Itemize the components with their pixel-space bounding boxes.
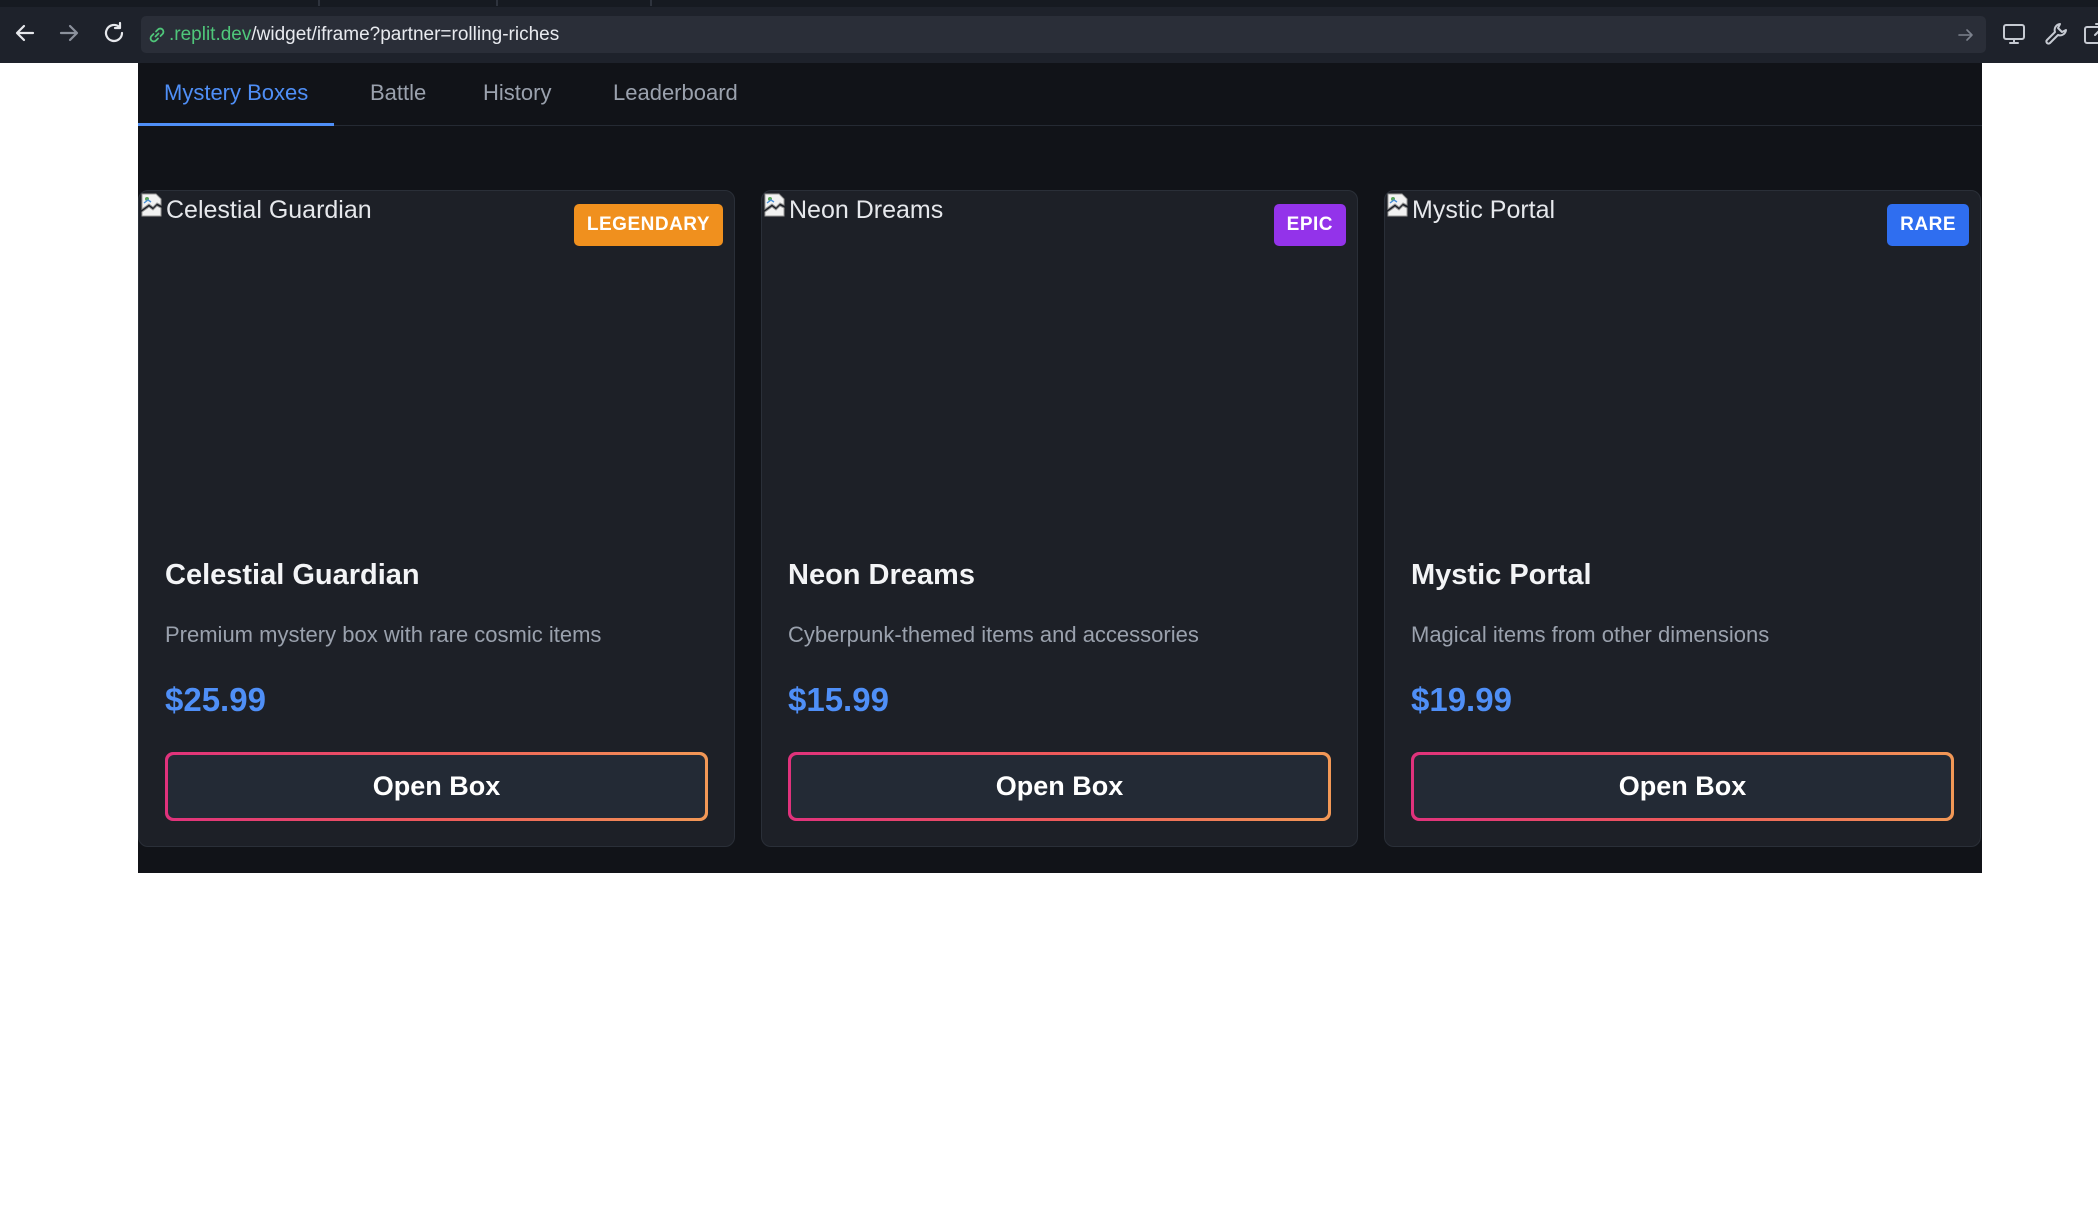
open-box-button[interactable]: Open Box	[1411, 752, 1954, 821]
broken-image-icon	[764, 193, 785, 217]
box-image: Neon Dreams EPIC	[762, 191, 1357, 531]
address-bar[interactable]: .replit.dev/widget/iframe?partner=rollin…	[141, 16, 1986, 53]
mystery-box-grid: Celestial Guardian LEGENDARY Celestial G…	[138, 190, 1982, 847]
broken-image-icon	[141, 193, 162, 217]
monitor-icon[interactable]	[2000, 20, 2028, 48]
arrow-left-icon	[15, 24, 35, 42]
box-image: Mystic Portal RARE	[1385, 191, 1980, 531]
reload-icon	[104, 21, 124, 42]
go-arrow-icon[interactable]	[1956, 25, 1976, 45]
rarity-badge: RARE	[1887, 204, 1969, 246]
forward-button[interactable]	[52, 16, 86, 50]
broken-image-icon	[1387, 193, 1408, 217]
box-name: Mystic Portal	[1411, 559, 1592, 591]
tab-strip-divider	[318, 0, 320, 6]
widget-app: Mystery Boxes Battle History Leaderboard…	[138, 63, 1982, 873]
open-box-label: Open Box	[791, 755, 1328, 818]
tab-battle[interactable]: Battle	[344, 63, 452, 126]
box-price: $15.99	[788, 681, 889, 718]
open-box-button[interactable]: Open Box	[165, 752, 708, 821]
box-name: Celestial Guardian	[165, 559, 420, 591]
tab-leaderboard[interactable]: Leaderboard	[587, 63, 764, 126]
tab-bar: Mystery Boxes Battle History Leaderboard	[138, 63, 1982, 126]
tab-history[interactable]: History	[457, 63, 577, 126]
open-box-label: Open Box	[1414, 755, 1951, 818]
reload-button[interactable]	[97, 16, 131, 50]
image-alt-text: Neon Dreams	[789, 196, 944, 224]
back-button[interactable]	[8, 16, 42, 50]
mystery-box-card: Celestial Guardian LEGENDARY Celestial G…	[138, 190, 735, 847]
mystery-box-card: Mystic Portal RARE Mystic Portal Magical…	[1384, 190, 1981, 847]
browser-toolbar: .replit.dev/widget/iframe?partner=rollin…	[0, 0, 2098, 63]
box-description: Premium mystery box with rare cosmic ite…	[165, 622, 602, 647]
arrow-right-icon	[59, 24, 79, 42]
open-box-label: Open Box	[168, 755, 705, 818]
box-price: $19.99	[1411, 681, 1512, 718]
tab-strip-edge	[0, 0, 2098, 7]
link-icon	[149, 27, 165, 43]
mystery-box-card: Neon Dreams EPIC Neon Dreams Cyberpunk-t…	[761, 190, 1358, 847]
tab-mystery-boxes[interactable]: Mystery Boxes	[138, 63, 335, 126]
tab-strip-divider	[496, 0, 498, 6]
image-alt-text: Celestial Guardian	[166, 196, 372, 224]
url-text: .replit.dev/widget/iframe?partner=rollin…	[169, 16, 559, 53]
url-path: /widget/iframe?partner=rolling-riches	[251, 24, 560, 45]
box-price: $25.99	[165, 681, 266, 718]
image-alt-text: Mystic Portal	[1412, 196, 1556, 224]
box-description: Cyberpunk-themed items and accessories	[788, 622, 1199, 647]
open-box-button[interactable]: Open Box	[788, 752, 1331, 821]
rarity-badge: LEGENDARY	[573, 204, 723, 246]
url-domain: .replit.dev	[169, 24, 252, 45]
wrench-icon[interactable]	[2042, 20, 2070, 48]
external-window-icon[interactable]	[2082, 20, 2098, 48]
box-description: Magical items from other dimensions	[1411, 622, 1770, 647]
tab-strip-divider	[650, 0, 652, 6]
box-image: Celestial Guardian LEGENDARY	[139, 191, 734, 531]
box-name: Neon Dreams	[788, 559, 975, 591]
rarity-badge: EPIC	[1273, 204, 1346, 246]
